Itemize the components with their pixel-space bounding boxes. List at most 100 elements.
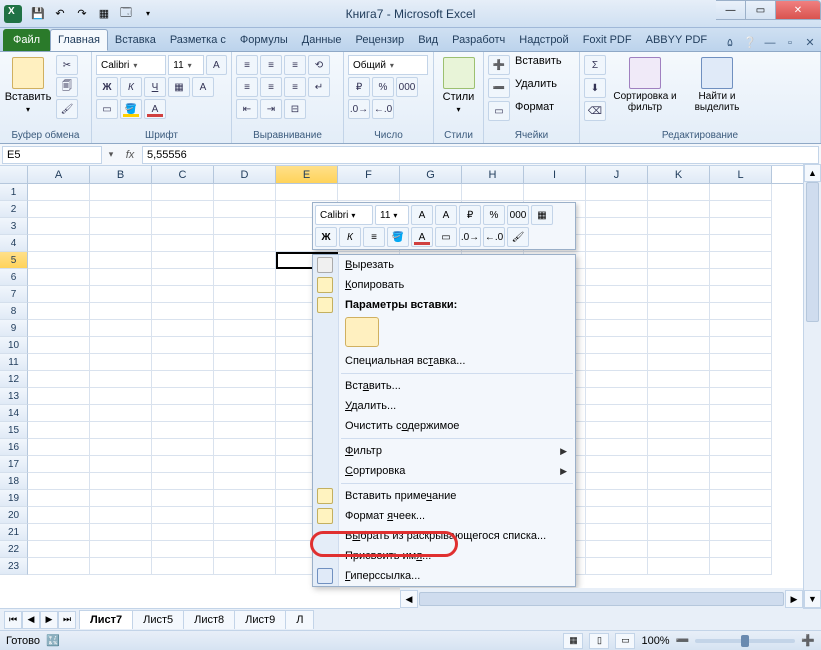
tab-file[interactable]: Файл [3, 29, 50, 51]
cell[interactable] [28, 558, 90, 575]
mdi-close-icon[interactable]: ✕ [803, 36, 817, 49]
sheet-tab[interactable]: Лист9 [234, 610, 286, 629]
cell[interactable] [214, 269, 276, 286]
cell[interactable] [90, 184, 152, 201]
cell[interactable] [648, 541, 710, 558]
cell[interactable] [28, 473, 90, 490]
tab-abbyy[interactable]: ABBYY PDF [639, 29, 715, 51]
cell[interactable] [90, 473, 152, 490]
cell[interactable] [710, 524, 772, 541]
scroll-thumb-h[interactable] [419, 592, 784, 606]
cell[interactable] [710, 439, 772, 456]
qat-dropdown[interactable]: ▾ [138, 4, 158, 24]
cell[interactable] [28, 201, 90, 218]
cell[interactable] [90, 252, 152, 269]
cell[interactable] [90, 201, 152, 218]
cell[interactable] [586, 269, 648, 286]
mini-italic-button[interactable]: К [339, 227, 361, 247]
cell[interactable] [28, 490, 90, 507]
mini-fill-button[interactable]: 🪣 [387, 227, 409, 247]
ctx-sort[interactable]: Сортировка▶ [313, 461, 575, 481]
scroll-up-button[interactable]: ▲ [804, 164, 821, 182]
fill-color-button[interactable]: 🪣 [120, 99, 142, 119]
cell[interactable] [28, 524, 90, 541]
cell[interactable] [648, 439, 710, 456]
cell[interactable] [152, 235, 214, 252]
sheet-nav-last[interactable]: ⏭ [58, 611, 76, 629]
minimize-button[interactable]: — [716, 0, 746, 20]
cell[interactable] [28, 269, 90, 286]
col-header[interactable]: L [710, 166, 772, 183]
col-header[interactable]: A [28, 166, 90, 183]
cell[interactable] [214, 354, 276, 371]
tab-view[interactable]: Вид [411, 29, 445, 51]
cell[interactable] [28, 541, 90, 558]
cell[interactable] [710, 388, 772, 405]
cell[interactable] [152, 303, 214, 320]
cell[interactable] [214, 558, 276, 575]
cell[interactable] [152, 456, 214, 473]
cell[interactable] [586, 337, 648, 354]
cell[interactable] [90, 490, 152, 507]
cell[interactable] [648, 252, 710, 269]
cell[interactable] [586, 422, 648, 439]
cell[interactable] [586, 405, 648, 422]
cell[interactable] [152, 558, 214, 575]
mini-shrink-font-button[interactable]: A [435, 205, 457, 225]
cell[interactable] [710, 303, 772, 320]
align-bottom-button[interactable]: ≡ [284, 55, 306, 75]
clear-button[interactable]: ⌫ [584, 101, 606, 121]
row-header[interactable]: 13 [0, 388, 28, 405]
cell[interactable] [648, 558, 710, 575]
cell[interactable] [710, 269, 772, 286]
grow-font-button[interactable]: A [206, 55, 227, 75]
cell[interactable] [28, 422, 90, 439]
cell[interactable] [586, 558, 648, 575]
cell[interactable] [152, 201, 214, 218]
cells-delete-button[interactable]: ➖Удалить [488, 78, 575, 98]
cell[interactable] [214, 337, 276, 354]
paste-button[interactable]: Вставить ▾ [4, 55, 52, 129]
ctx-cut[interactable]: Вырезать [313, 255, 575, 275]
ctx-hyperlink[interactable]: Гиперссылка... [313, 566, 575, 586]
row-header[interactable]: 20 [0, 507, 28, 524]
cell[interactable] [586, 218, 648, 235]
col-header[interactable]: G [400, 166, 462, 183]
mini-size-combo[interactable]: 11▾ [375, 205, 409, 225]
cell[interactable] [586, 201, 648, 218]
tab-addins[interactable]: Надстрой [512, 29, 575, 51]
cell[interactable] [586, 286, 648, 303]
cell[interactable] [152, 269, 214, 286]
cell[interactable] [90, 507, 152, 524]
cell[interactable] [28, 218, 90, 235]
cell[interactable] [90, 524, 152, 541]
orientation-button[interactable]: ⟲ [308, 55, 330, 75]
help-icon[interactable]: ❔ [743, 36, 757, 49]
mini-font-combo[interactable]: Calibri▾ [315, 205, 373, 225]
tab-layout[interactable]: Разметка с [163, 29, 233, 51]
close-button[interactable]: ✕ [776, 0, 821, 20]
cell[interactable] [152, 354, 214, 371]
cell[interactable] [648, 269, 710, 286]
mini-grow-font-button[interactable]: A [411, 205, 433, 225]
cell[interactable] [710, 456, 772, 473]
sheet-tab-more[interactable]: Л [285, 610, 314, 629]
fx-button[interactable]: fx [118, 149, 142, 161]
wrap-button[interactable]: ↵ [308, 77, 330, 97]
cell[interactable] [462, 184, 524, 201]
percent-button[interactable]: % [372, 77, 394, 97]
cell[interactable] [28, 388, 90, 405]
tab-foxit[interactable]: Foxit PDF [576, 29, 639, 51]
cell[interactable] [90, 320, 152, 337]
mini-percent-button[interactable]: % [483, 205, 505, 225]
cell[interactable] [586, 524, 648, 541]
cell[interactable] [28, 184, 90, 201]
row-header[interactable]: 10 [0, 337, 28, 354]
cell[interactable] [214, 184, 276, 201]
cell[interactable] [214, 507, 276, 524]
ctx-paste-special[interactable]: Специальная вставка... [313, 351, 575, 371]
tab-formulas[interactable]: Формулы [233, 29, 295, 51]
cell[interactable] [710, 337, 772, 354]
font-size-combo[interactable]: 11▾ [168, 55, 203, 75]
cell[interactable] [28, 235, 90, 252]
